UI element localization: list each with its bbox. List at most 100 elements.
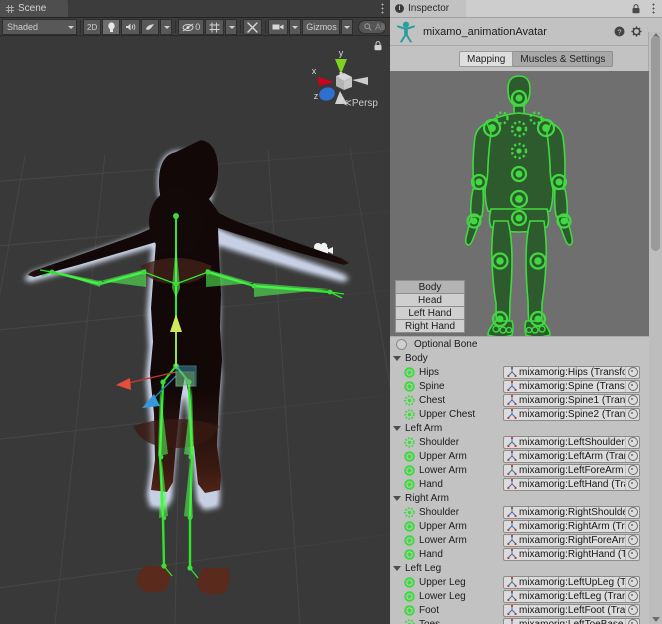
bone-object-field[interactable]: mixamorig:RightArm (Transforn: [503, 519, 640, 533]
object-picker-button[interactable]: [625, 576, 639, 588]
object-picker-button[interactable]: [625, 408, 639, 420]
bone-object-field[interactable]: mixamorig:Spine1 (Transform): [503, 393, 640, 407]
fx-dropdown[interactable]: [160, 19, 173, 35]
tab-mapping[interactable]: Mapping: [459, 51, 514, 67]
bone-row[interactable]: Hand mixamorig:RightHand (Transfo: [390, 547, 649, 561]
tab-muscles-settings[interactable]: Muscles & Settings: [513, 51, 614, 67]
bone-object-field[interactable]: mixamorig:Spine (Transform): [503, 379, 640, 393]
bone-row[interactable]: Shoulder mixamorig:LeftShoulder (Trans: [390, 435, 649, 449]
scene-viewport[interactable]: y x z ≪Persp: [0, 36, 390, 624]
bone-optional-icon: [404, 436, 415, 448]
grid-icon: [209, 22, 220, 32]
projection-prefix: ≪: [341, 98, 352, 109]
fx-toggle-button[interactable]: [141, 19, 160, 35]
object-picker-button[interactable]: [625, 380, 639, 392]
object-picker-button[interactable]: [625, 534, 639, 546]
scene-tabbar: Scene: [0, 0, 390, 18]
bone-object-field[interactable]: mixamorig:RightForeArm (Tran: [503, 533, 640, 547]
info-icon: i: [395, 4, 404, 13]
bone-row[interactable]: Lower Leg mixamorig:LeftLeg (Transform): [390, 589, 649, 603]
optional-bone-row[interactable]: Optional Bone: [390, 336, 649, 351]
object-picker-button[interactable]: [625, 464, 639, 476]
bone-row[interactable]: Hips mixamorig:Hips (Transform): [390, 365, 649, 379]
object-picker-button[interactable]: [625, 548, 639, 560]
part-button-body[interactable]: Body: [395, 280, 465, 294]
grid-snap-dropdown[interactable]: [225, 19, 238, 35]
bone-group-header-body[interactable]: Body: [390, 351, 649, 365]
lighting-toggle-button[interactable]: [102, 19, 121, 35]
bone-group-header-right-arm[interactable]: Right Arm: [390, 491, 649, 505]
object-picker-button[interactable]: [625, 450, 639, 462]
tab-inspector[interactable]: i Inspector: [390, 0, 466, 17]
bone-object-value: mixamorig:Spine2 (Transform): [519, 408, 625, 420]
bone-row[interactable]: Lower Arm mixamorig:RightForeArm (Tran: [390, 533, 649, 547]
bone-object-field[interactable]: mixamorig:Spine2 (Transform): [503, 407, 640, 421]
object-picker-button[interactable]: [625, 478, 639, 490]
bone-object-field[interactable]: mixamorig:LeftHand (Transforn: [503, 477, 640, 491]
part-button-head[interactable]: Head: [395, 293, 465, 307]
scene-kebab-menu-icon[interactable]: [381, 3, 384, 14]
projection-mode-label[interactable]: ≪Persp: [341, 98, 378, 109]
chevron-down-icon[interactable]: [393, 355, 401, 361]
radio-unchecked-icon[interactable]: [396, 338, 407, 350]
object-picker-button[interactable]: [625, 618, 639, 624]
bone-object-field[interactable]: mixamorig:LeftUpLeg (Transfo: [503, 575, 640, 589]
scene-search-input[interactable]: All: [357, 20, 386, 34]
unity-editor-window: Scene Shaded 2D 0 Gizmos All y x z ≪Pers…: [0, 0, 662, 624]
bone-row[interactable]: Spine mixamorig:Spine (Transform): [390, 379, 649, 393]
bone-group-header-left-arm[interactable]: Left Arm: [390, 421, 649, 435]
help-icon[interactable]: ?: [614, 26, 625, 37]
grid-snap-button[interactable]: [205, 19, 225, 35]
part-button-right-hand[interactable]: Right Hand: [395, 319, 465, 333]
scene-camera-button[interactable]: [267, 19, 288, 35]
bone-object-field[interactable]: mixamorig:LeftShoulder (Trans: [503, 435, 640, 449]
bone-object-field[interactable]: mixamorig:LeftLeg (Transform): [503, 589, 640, 603]
chevron-down-icon[interactable]: [393, 495, 401, 501]
object-picker-button[interactable]: [625, 520, 639, 532]
bone-row[interactable]: Shoulder mixamorig:RightShoulder (Trar: [390, 505, 649, 519]
bone-row[interactable]: Upper Chest mixamorig:Spine2 (Transform): [390, 407, 649, 421]
bone-row[interactable]: Toes mixamorig:LeftToeBase (Trans: [390, 617, 649, 624]
chevron-down-icon: [344, 25, 351, 29]
object-picker-button[interactable]: [625, 394, 639, 406]
hidden-objects-button[interactable]: 0: [178, 19, 205, 35]
tab-scene[interactable]: Scene: [0, 0, 68, 17]
gizmos-dropdown[interactable]: Gizmos: [301, 19, 340, 35]
bone-name-label: Lower Arm: [419, 534, 467, 546]
bone-object-field[interactable]: mixamorig:Hips (Transform): [503, 365, 640, 379]
object-picker-button[interactable]: [625, 506, 639, 518]
chevron-down-icon[interactable]: [393, 565, 401, 571]
scene-tools-button[interactable]: [243, 19, 263, 35]
object-picker-button[interactable]: [625, 604, 639, 616]
bone-object-field[interactable]: mixamorig:LeftFoot (Transform: [503, 603, 640, 617]
bone-row[interactable]: Chest mixamorig:Spine1 (Transform): [390, 393, 649, 407]
shading-mode-dropdown[interactable]: Shaded: [2, 19, 78, 35]
chevron-down-icon[interactable]: [393, 425, 401, 431]
bone-row[interactable]: Lower Arm mixamorig:LeftForeArm (Transf: [390, 463, 649, 477]
bone-row[interactable]: Upper Arm mixamorig:RightArm (Transforn: [390, 519, 649, 533]
object-picker-button[interactable]: [625, 436, 639, 448]
character-model[interactable]: [0, 36, 390, 624]
toggle-2d-button[interactable]: 2D: [83, 19, 102, 35]
inspector-kebab-menu-icon[interactable]: [652, 3, 655, 14]
bone-row[interactable]: Upper Leg mixamorig:LeftUpLeg (Transfo: [390, 575, 649, 589]
bone-row[interactable]: Upper Arm mixamorig:LeftArm (Transform): [390, 449, 649, 463]
bone-object-field[interactable]: mixamorig:RightHand (Transfo: [503, 547, 640, 561]
bone-group-header-left-leg[interactable]: Left Leg: [390, 561, 649, 575]
gizmos-dropdown-arrow[interactable]: [340, 19, 353, 35]
bone-object-field[interactable]: mixamorig:LeftForeArm (Transf: [503, 463, 640, 477]
part-button-left-hand[interactable]: Left Hand: [395, 306, 465, 320]
gear-icon[interactable]: [631, 26, 642, 37]
bone-object-field[interactable]: mixamorig:LeftToeBase (Trans: [503, 617, 640, 624]
bone-row[interactable]: Foot mixamorig:LeftFoot (Transform: [390, 603, 649, 617]
audio-toggle-button[interactable]: [121, 19, 141, 35]
inspector-lock-icon[interactable]: [632, 4, 640, 14]
scene-camera-dropdown[interactable]: [288, 19, 301, 35]
object-picker-button[interactable]: [625, 366, 639, 378]
bone-object-field[interactable]: mixamorig:RightShoulder (Trar: [503, 505, 640, 519]
bone-row[interactable]: Hand mixamorig:LeftHand (Transforn: [390, 477, 649, 491]
chevron-down-icon: [163, 25, 170, 29]
bone-object-field[interactable]: mixamorig:LeftArm (Transform): [503, 449, 640, 463]
bone-optional-icon: [404, 394, 415, 406]
object-picker-button[interactable]: [625, 590, 639, 602]
